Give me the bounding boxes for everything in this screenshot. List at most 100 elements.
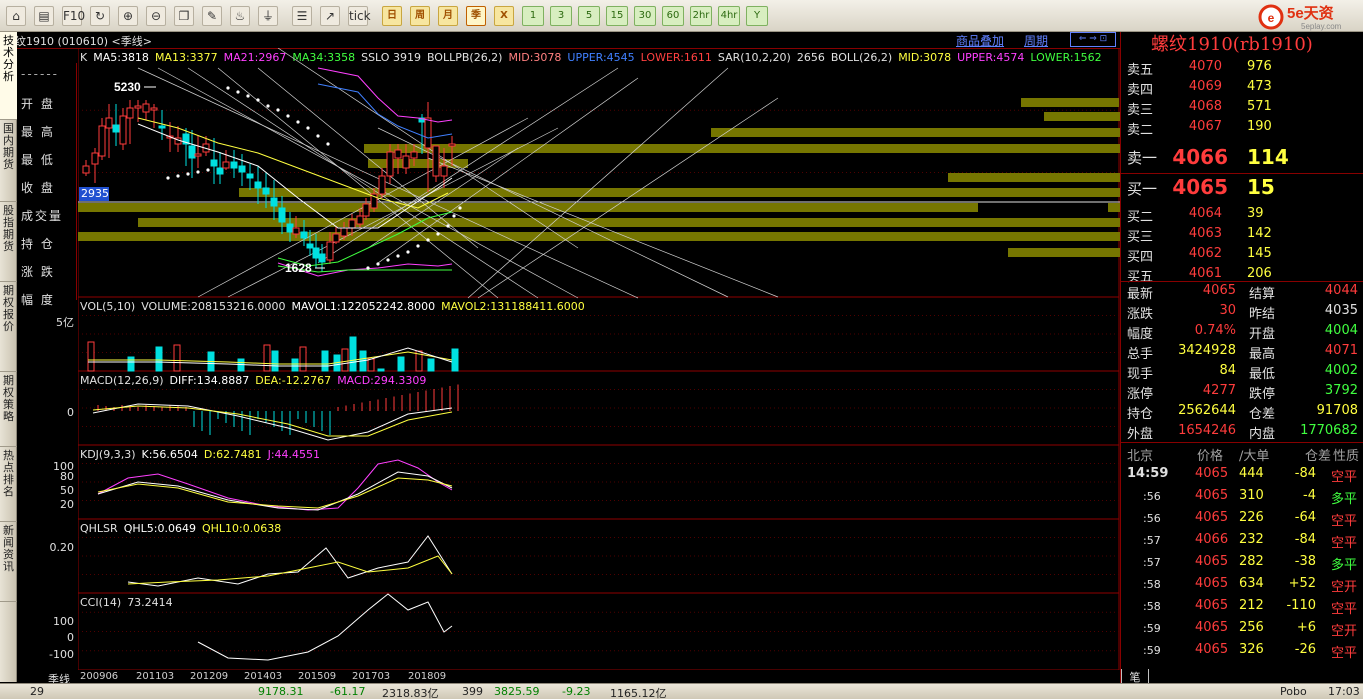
stat-value: 3424928 — [1178, 343, 1236, 358]
period-quarter[interactable]: 季 — [466, 6, 486, 26]
stat-row: 幅度 0.74% 开盘 4004 — [1121, 323, 1363, 343]
low-marker: 1628 — [285, 261, 312, 275]
ask-label: 卖一 — [1127, 149, 1158, 167]
legend-item: D:62.7481 — [204, 448, 262, 461]
period-5min[interactable]: 5 — [578, 6, 600, 26]
stat-value-2: 1770682 — [1300, 423, 1358, 438]
nav-arrows[interactable]: ⇐ ⇒ ⊡ — [1070, 32, 1116, 47]
x-axis-tick: 200906 — [80, 671, 119, 682]
candle — [378, 175, 386, 195]
period-3min[interactable]: 3 — [550, 6, 572, 26]
sar-dot — [246, 94, 250, 98]
chart-title: 螺纹1910 (010610) <季线> — [4, 35, 152, 48]
legend-item: DIFF:134.8887 — [170, 374, 250, 387]
trade-price: 4065 — [1195, 466, 1229, 481]
legend-item: MA13:3377 — [155, 51, 218, 64]
legend-item: MA34:3358 — [292, 51, 355, 64]
kline-chart[interactable]: K MA5:3818 MA13:3377 MA21:2967 MA34:3358 SSLO… — [78, 48, 1120, 670]
candle — [270, 197, 278, 207]
period-year[interactable]: X — [494, 6, 514, 26]
stat-label: 涨跌 — [1127, 307, 1154, 322]
app-window: ⌂ ▤ F10 ↻ ⊕ ⊖ ❐ ✎ ♨ ⏚ ☰ ↗ tick 日周月季 X 1 3 5 15 30 60 2hr 4hr Y … — [0, 0, 1363, 699]
candle — [210, 159, 218, 167]
volume-bar — [341, 348, 349, 372]
trade-volume: 634 — [1239, 576, 1264, 591]
period-15min[interactable]: 15 — [606, 6, 628, 26]
sar-dot — [446, 224, 450, 228]
trade-volume: 310 — [1239, 488, 1264, 503]
report-icon[interactable]: ☰ — [292, 6, 312, 26]
nav-tab-7[interactable]: 新闻资讯 — [0, 522, 17, 602]
stat-value-2: 91708 — [1316, 403, 1358, 418]
nav-tab-3[interactable]: 股指期货 — [0, 202, 17, 282]
candle — [98, 125, 106, 157]
ask-label: 卖四 — [1127, 83, 1154, 98]
period-week[interactable]: 周 — [410, 6, 430, 26]
status-item: -61.17 — [330, 685, 366, 698]
sar-dot — [306, 126, 310, 130]
volume-bar — [349, 336, 357, 372]
nav-tab-5[interactable]: 期权策略 — [0, 372, 17, 447]
side-label-1: 开 盘 — [21, 97, 55, 111]
period-day[interactable]: 日 — [382, 6, 402, 26]
bid-row: 买四 4062 145 — [1121, 246, 1363, 266]
ask-label: 卖五 — [1127, 63, 1154, 78]
candle — [126, 107, 134, 119]
chart-line-icon[interactable]: ↗ — [320, 6, 340, 26]
bid-label: 买四 — [1127, 250, 1154, 265]
bid-price: 4064 — [1188, 206, 1222, 221]
period-link[interactable]: 周期 — [1024, 32, 1048, 49]
trade-position-change: -64 — [1294, 510, 1316, 525]
volume-profile-bar — [78, 203, 978, 212]
volume-profile-bar — [1044, 112, 1120, 121]
window-icon[interactable]: ❐ — [174, 6, 194, 26]
sar-dot — [386, 258, 390, 262]
compare-link[interactable]: 商品叠加 — [956, 32, 1004, 49]
zoom-out-icon[interactable]: ⊖ — [146, 6, 166, 26]
period-60min[interactable]: 60 — [662, 6, 684, 26]
legend-item: MACD(12,26,9) — [80, 374, 164, 387]
legend-item: 73.2414 — [127, 596, 173, 609]
trade-header-cell: 北京 — [1127, 449, 1154, 464]
refresh-icon[interactable]: ↻ — [90, 6, 110, 26]
candle — [356, 215, 364, 225]
sar-dot — [296, 120, 300, 124]
ask-label: 卖三 — [1127, 103, 1154, 118]
cci-axis-label: -100 — [49, 648, 74, 661]
candle — [119, 115, 127, 145]
home-icon[interactable]: ⌂ — [6, 6, 26, 26]
side-label-6: 持 仓 — [21, 237, 55, 251]
period-custom[interactable]: Y — [746, 6, 768, 26]
period-30min[interactable]: 30 — [634, 6, 656, 26]
legend-item: K — [80, 51, 88, 64]
candle — [254, 181, 262, 189]
memo-icon[interactable]: ▤ — [34, 6, 54, 26]
trade-row: :56 4065 226 -64 空平 — [1121, 510, 1363, 532]
trade-header-cell: 仓差 — [1305, 449, 1332, 464]
pen-icon[interactable]: ✎ — [202, 6, 222, 26]
bell-icon[interactable]: ♨ — [230, 6, 250, 26]
trade-row: :58 4065 634 +52 空开 — [1121, 576, 1363, 598]
nav-tab-6[interactable]: 热点排名 — [0, 447, 17, 522]
side-label-3: 最 低 — [21, 153, 55, 167]
period-1min[interactable]: 1 — [522, 6, 544, 26]
stat-value: 2562644 — [1178, 403, 1236, 418]
nav-tab-2[interactable]: 国内期货 — [0, 120, 17, 202]
stat-label: 幅度 — [1127, 327, 1154, 342]
period-month[interactable]: 月 — [438, 6, 458, 26]
period-4hr[interactable]: 4hr — [718, 6, 740, 26]
zoom-in-icon[interactable]: ⊕ — [118, 6, 138, 26]
f10-icon[interactable]: F10 — [62, 6, 85, 26]
nav-tab-4[interactable]: 期权报价 — [0, 282, 17, 372]
tick-icon-glyph: tick — [349, 9, 371, 23]
filter-icon[interactable]: ⏚ — [258, 6, 278, 26]
window-icon-glyph: ❐ — [178, 9, 190, 23]
sar-dot — [206, 168, 210, 172]
nav-tab-1[interactable]: 技术分析 — [0, 32, 17, 120]
sar-dot — [186, 172, 190, 176]
tick-icon[interactable]: tick — [348, 6, 371, 26]
candle — [386, 151, 394, 177]
period-2hr[interactable]: 2hr — [690, 6, 712, 26]
legend-item: DEA:-12.2767 — [255, 374, 331, 387]
trade-position-change: -84 — [1294, 466, 1316, 481]
